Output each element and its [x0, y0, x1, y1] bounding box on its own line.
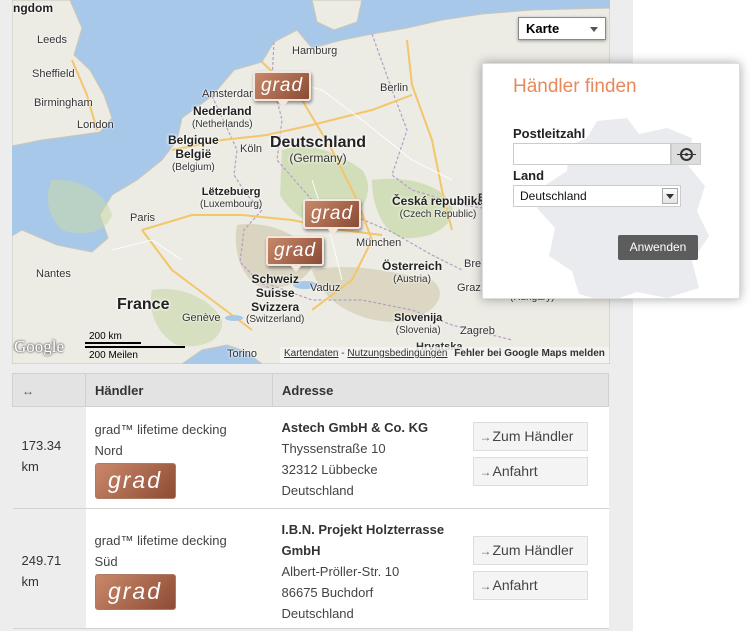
map-marker-grad[interactable]: grad	[266, 236, 324, 272]
map-label-kingdom: ngdom	[13, 1, 53, 15]
postcode-label: Postleitzahl	[513, 126, 586, 141]
directions-button[interactable]: →Anfahrt	[472, 457, 588, 486]
dealer-finder-panel: Händler finden Postleitzahl Land Deutsch…	[482, 63, 740, 299]
map-city-koln: Köln	[240, 143, 263, 155]
finder-title: Händler finden	[513, 76, 637, 97]
map-type-select[interactable]: Karte	[518, 17, 606, 40]
grad-logo: grad	[94, 463, 176, 499]
map-country-germany: Deutschland (Germany)	[270, 134, 367, 166]
report-error-link[interactable]: Fehler bei Google Maps melden	[454, 348, 605, 359]
chevron-down-icon	[590, 27, 598, 32]
dealer-name: grad™ lifetime decking	[94, 533, 227, 548]
crosshair-icon	[677, 148, 696, 161]
address-header: Adresse	[272, 373, 609, 407]
street: Thyssenstraße 10	[281, 441, 386, 456]
map-country-switzerland: Schweiz Suisse Svizzera (Switzerland)	[246, 272, 305, 326]
apply-button[interactable]: Anwenden	[618, 235, 698, 260]
scale-km-label: 200 km	[89, 331, 122, 342]
map-city-london: London	[77, 119, 114, 131]
scale-mi-bar	[85, 346, 185, 348]
map-city-leeds: Leeds	[37, 34, 67, 46]
arrow-right-icon: →	[479, 430, 492, 444]
kartendaten-link[interactable]: Kartendaten	[284, 348, 339, 359]
distance-cell: 173.34 km	[12, 406, 86, 509]
table-row: 249.71 km grad™ lifetime decking Süd grad…	[12, 508, 609, 629]
map-attribution: Kartendaten - Nutzungsbedingungen Fehler…	[280, 347, 609, 363]
company-name: Astech GmbH & Co. KG	[281, 420, 429, 435]
country-label: Land	[513, 168, 545, 183]
company-name: I.B.N. Projekt Holzterrasse	[281, 522, 445, 537]
dealer-results-table: ↔ Händler Adresse 173.34 km grad™ lifetim…	[12, 373, 609, 629]
map-city-graz: Graz	[457, 282, 481, 294]
map-country-france: France	[117, 296, 170, 313]
directions-button[interactable]: →Anfahrt	[472, 571, 588, 600]
street: Albert-Pröller-Str. 10	[281, 564, 400, 579]
locate-button[interactable]	[671, 143, 701, 165]
dealer-name: grad™ lifetime decking	[94, 422, 227, 437]
actions-cell: →Zum Händler →Anfahrt	[472, 508, 609, 629]
map-city-munchen: München	[356, 237, 402, 249]
map-city-berlin: Berlin	[380, 82, 409, 94]
map-scale: 200 km 200 Meilen	[85, 329, 185, 361]
map-city-nantes: Nantes	[36, 268, 71, 280]
arrow-right-icon: →	[479, 544, 492, 558]
map-city-paris: Paris	[130, 212, 156, 224]
map-country-netherlands: Nederland (Netherlands)	[192, 104, 253, 130]
map-city-birmingham: Birmingham	[34, 97, 93, 109]
scale-km-bar	[85, 342, 141, 344]
map-city-hamburg: Hamburg	[292, 45, 338, 57]
scale-mi-label: 200 Meilen	[89, 350, 138, 361]
dealer-region: Süd	[94, 554, 118, 569]
postcode-input[interactable]	[513, 143, 671, 165]
dealer-header: Händler	[85, 373, 273, 407]
country-select[interactable]: Deutschland	[513, 185, 681, 207]
arrow-right-icon: →	[479, 579, 492, 593]
dealer-cell: grad™ lifetime decking Nord grad	[85, 406, 273, 509]
company-name-cont: GmbH	[281, 543, 321, 558]
map-city-geneve: Genève	[182, 312, 221, 324]
country-select-value: Deutschland	[520, 189, 587, 203]
city: 86675 Buchdorf	[281, 585, 374, 600]
country: Deutschland	[281, 483, 354, 498]
map-marker-grad[interactable]: grad	[253, 71, 311, 107]
map-marker-grad[interactable]: grad	[303, 199, 361, 235]
nutzungsbedingungen-link[interactable]: Nutzungsbedingungen	[347, 348, 447, 359]
to-dealer-button[interactable]: →Zum Händler	[472, 536, 588, 565]
country: Deutschland	[281, 606, 354, 621]
sort-distance-header[interactable]: ↔	[12, 373, 86, 407]
distance-cell: 249.71 km	[12, 508, 86, 629]
arrow-right-icon: →	[479, 465, 492, 479]
map-country-austria: Österreich (Austria)	[382, 259, 443, 285]
city: 32312 Lübbecke	[281, 462, 378, 477]
grad-logo: grad	[94, 574, 176, 610]
map-city-sheffield: Sheffield	[32, 68, 75, 80]
address-cell: I.B.N. Projekt Holzterrasse GmbH Albert-…	[272, 508, 473, 629]
map-city-torino: Torino	[227, 348, 257, 360]
map-city-amsterdam: Amsterdam	[202, 88, 259, 100]
attribution-separator: -	[341, 348, 345, 359]
map-country-slovenia: Slovenija (Slovenia)	[394, 312, 443, 336]
actions-cell: →Zum Händler →Anfahrt	[472, 406, 609, 509]
chevron-down-icon	[662, 188, 678, 204]
map-city-vaduz: Vaduz	[310, 282, 341, 294]
dealer-region: Nord	[94, 443, 123, 458]
address-cell: Astech GmbH & Co. KG Thyssenstraße 10 32…	[272, 406, 473, 509]
map-country-belgium: Belgique België (Belgium)	[168, 133, 219, 173]
to-dealer-button[interactable]: →Zum Händler	[472, 422, 588, 451]
map-city-zagreb: Zagreb	[460, 325, 495, 337]
map-type-label: Karte	[526, 21, 560, 36]
table-row: 173.34 km grad™ lifetime decking Nord gra…	[12, 406, 609, 509]
sort-arrows-icon: ↔	[22, 383, 34, 398]
table-header-row: ↔ Händler Adresse	[12, 373, 609, 407]
map-country-czech: Česká republika (Czech Republic)	[392, 194, 485, 220]
google-logo[interactable]: Google	[14, 337, 64, 357]
map-label-bre: Bre	[464, 258, 482, 270]
dealer-cell: grad™ lifetime decking Süd grad	[85, 508, 273, 629]
map-country-luxembourg: Lëtzebuerg (Luxembourg)	[200, 186, 263, 210]
